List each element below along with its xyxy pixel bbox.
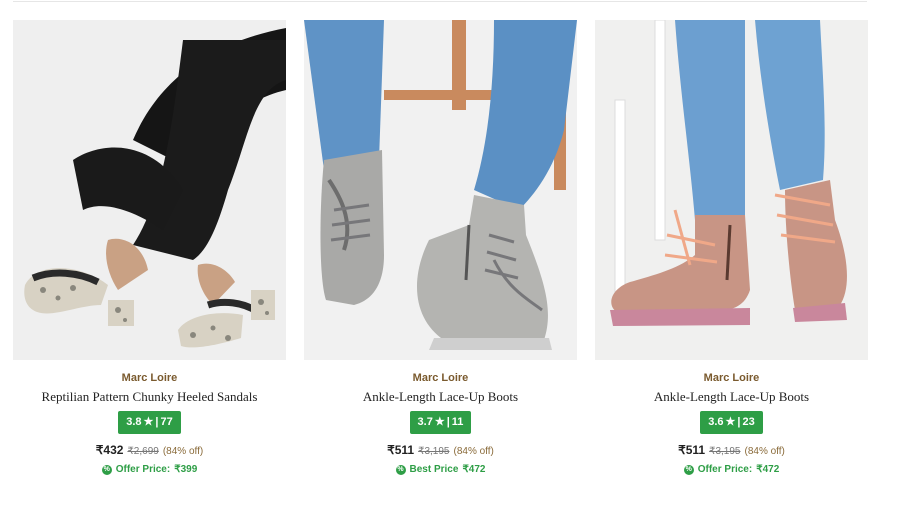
product-brand: Marc Loire [412, 372, 469, 384]
top-divider [13, 1, 867, 2]
offer-price: ₹472 [462, 464, 486, 475]
product-title[interactable]: Reptilian Pattern Chunky Heeled Sandals [42, 389, 258, 405]
product-image[interactable] [595, 20, 868, 360]
discount-label: (84% off) [162, 446, 204, 457]
rating-value: 3.6 [708, 416, 724, 428]
offer-price: ₹472 [756, 464, 780, 475]
rating-badge: 3.8 ★ | 77 [118, 411, 181, 434]
offer-badge-icon: % [683, 464, 694, 475]
rating-value: 3.8 [126, 416, 142, 428]
review-count: 23 [742, 416, 755, 428]
price-row: ₹511 ₹3,195 (84% off) [678, 443, 785, 457]
star-icon: ★ [434, 416, 445, 428]
product-card[interactable]: Marc Loire Reptilian Pattern Chunky Heel… [13, 20, 286, 475]
offer-badge-icon: % [101, 464, 112, 475]
sale-price: ₹511 [387, 443, 415, 457]
rating-badge: 3.6 ★ | 23 [700, 411, 763, 434]
rating-value: 3.7 [417, 416, 433, 428]
rating-separator: | [737, 416, 741, 428]
original-price: ₹2,699 [127, 446, 159, 457]
review-count: 77 [160, 416, 173, 428]
offer-label: Best Price [409, 464, 459, 475]
star-icon: ★ [725, 416, 736, 428]
star-icon: ★ [143, 416, 154, 428]
product-card[interactable]: Marc Loire Ankle-Length Lace-Up Boots 3.… [304, 20, 577, 475]
product-image[interactable] [304, 20, 577, 360]
rating-separator: | [446, 416, 450, 428]
offer-price-row: % Offer Price: ₹399 [101, 464, 198, 475]
product-grid: Marc Loire Reptilian Pattern Chunky Heel… [13, 20, 868, 475]
rating-badge: 3.7 ★ | 11 [409, 411, 472, 434]
price-row: ₹511 ₹3,195 (84% off) [387, 443, 494, 457]
sale-price: ₹511 [678, 443, 706, 457]
discount-label: (84% off) [453, 446, 494, 457]
offer-price-row: % Offer Price: ₹472 [683, 464, 780, 475]
review-count: 11 [451, 416, 464, 428]
rating-separator: | [155, 416, 159, 428]
original-price: ₹3,195 [418, 446, 450, 457]
offer-label: Offer Price: [115, 464, 171, 475]
product-title[interactable]: Ankle-Length Lace-Up Boots [363, 389, 518, 405]
product-brand: Marc Loire [121, 372, 178, 384]
offer-price: ₹399 [174, 464, 198, 475]
product-brand: Marc Loire [703, 372, 760, 384]
offer-label: Offer Price: [697, 464, 753, 475]
offer-badge-icon: % [395, 464, 406, 475]
sale-price: ₹432 [95, 443, 124, 457]
price-row: ₹432 ₹2,699 (84% off) [96, 443, 203, 457]
offer-price-row: % Best Price ₹472 [395, 464, 486, 475]
discount-label: (84% off) [744, 446, 785, 457]
product-card[interactable]: Marc Loire Ankle-Length Lace-Up Boots 3.… [595, 20, 868, 475]
original-price: ₹3,195 [709, 446, 741, 457]
product-title[interactable]: Ankle-Length Lace-Up Boots [654, 389, 809, 405]
product-image[interactable] [13, 20, 286, 360]
